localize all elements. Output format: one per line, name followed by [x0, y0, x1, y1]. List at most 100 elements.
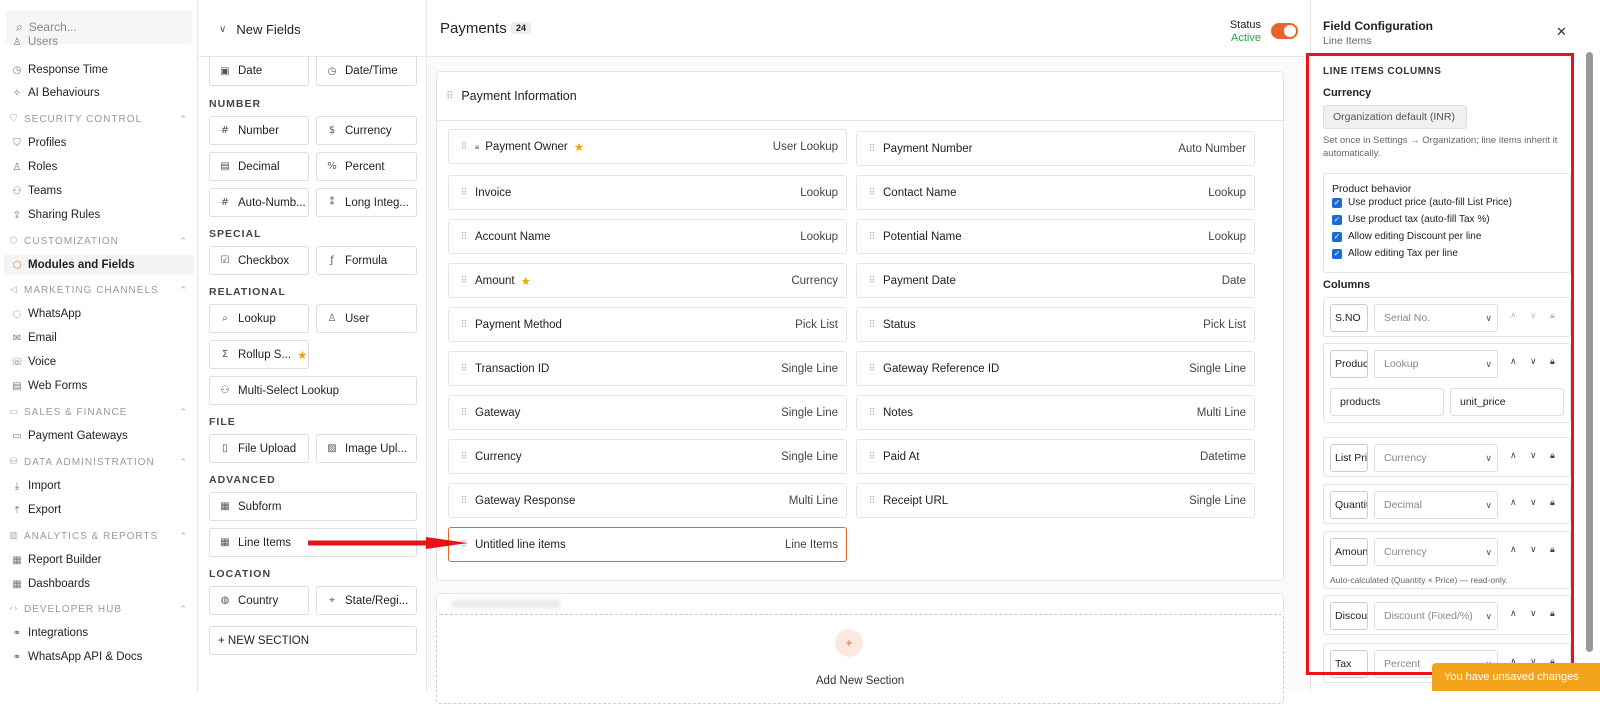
field-row[interactable]: ⠿ Payment Method Pick List: [448, 307, 847, 342]
sidebar-group-developer[interactable]: ‹› DEVELOPER HUB ⌃: [8, 601, 188, 617]
drag-handle-icon[interactable]: ⠿: [865, 452, 879, 462]
sidebar-group-sales[interactable]: ▭ SALES & FINANCE ⌃: [8, 404, 188, 420]
sidebar-item-email[interactable]: ✉ Email: [10, 328, 57, 348]
field-row[interactable]: ⠿ Potential Name Lookup: [856, 219, 1255, 254]
field-row[interactable]: ⠿ 🔒︎ Payment Owner ★ User Lookup: [448, 129, 847, 164]
sidebar-item-ai-behaviours[interactable]: ✧ AI Behaviours: [10, 83, 100, 103]
user-icon: ♙: [327, 313, 337, 324]
field-file-upload[interactable]: ▯ File Upload: [209, 434, 309, 463]
section-second: [436, 593, 1284, 613]
field-formula[interactable]: ƒ Formula: [316, 246, 417, 275]
sidebar-item-sharing-rules[interactable]: ⇪ Sharing Rules: [10, 205, 100, 225]
sidebar-item-modules-and-fields[interactable]: ⬡ Modules and Fields: [4, 255, 194, 275]
field-row[interactable]: ⠿ Gateway Response Multi Line: [448, 483, 847, 518]
field-row[interactable]: ⠿ Account Name Lookup: [448, 219, 847, 254]
field-row[interactable]: ⠿ Notes Multi Line: [856, 395, 1255, 430]
sidebar-item-export[interactable]: ⤒ Export: [10, 500, 61, 520]
sidebar-item-web-forms[interactable]: ▤ Web Forms: [10, 376, 87, 396]
sidebar-item-profiles[interactable]: ⛉ Profiles: [10, 133, 66, 153]
field-country[interactable]: ◍ Country: [209, 586, 309, 615]
field-row[interactable]: ⠿ Gateway Reference ID Single Line: [856, 351, 1255, 386]
sidebar-item-roles[interactable]: ♙ Roles: [10, 157, 58, 177]
field-type: Lookup: [800, 230, 838, 243]
sidebar-item-voice[interactable]: ☏ Voice: [10, 352, 56, 372]
drag-handle-icon[interactable]: ⠿: [457, 320, 471, 330]
field-multi-select-lookup[interactable]: ⚇ Multi-Select Lookup: [209, 376, 417, 405]
drag-handle-icon[interactable]: ⠿: [457, 452, 471, 462]
drag-handle-icon[interactable]: ⠿: [457, 142, 471, 152]
field-long-integer[interactable]: ⁑ Long Integ...: [316, 188, 417, 217]
form-icon: ▤: [12, 380, 22, 392]
drag-handle-icon[interactable]: ⠿: [457, 188, 471, 198]
field-row[interactable]: ⠿ Amount ★ Currency: [448, 263, 847, 298]
drag-handle-icon[interactable]: ⠿: [865, 496, 879, 506]
field-row[interactable]: ⠿ Untitled line items Line Items: [448, 527, 847, 562]
field-state-region[interactable]: ⌖ State/Regi...: [316, 586, 417, 615]
star-icon: ★: [520, 275, 531, 288]
field-checkbox[interactable]: ☑ Checkbox: [209, 246, 309, 275]
field-currency[interactable]: $ Currency: [316, 116, 417, 145]
sidebar-group-analytics[interactable]: ▥ ANALYTICS & REPORTS ⌃: [8, 528, 188, 544]
field-decimal[interactable]: ▤ Decimal: [209, 152, 309, 181]
sidebar-group-marketing[interactable]: ◁ MARKETING CHANNELS ⌃: [8, 282, 188, 298]
drag-handle-icon[interactable]: ⠿: [865, 232, 879, 242]
sidebar-item-import[interactable]: ⤓ Import: [10, 476, 61, 496]
sidebar-item-dashboards[interactable]: ▦ Dashboards: [10, 574, 90, 594]
drag-handle-icon[interactable]: ⠿: [865, 408, 879, 418]
sidebar-item-report-builder[interactable]: ▦ Report Builder: [10, 550, 101, 570]
sidebar-item-integrations[interactable]: ⚭ Integrations: [10, 623, 88, 643]
close-icon[interactable]: ✕: [1556, 24, 1567, 40]
field-type: Multi Line: [1196, 406, 1246, 419]
drag-handle-icon[interactable]: ⠿: [865, 276, 879, 286]
sidebar-item-payment-gateways[interactable]: ▭ Payment Gateways: [10, 426, 127, 446]
drag-handle-icon[interactable]: ⠿: [865, 320, 879, 330]
drag-handle-icon[interactable]: ⠿: [865, 364, 879, 374]
field-subform[interactable]: ▦ Subform: [209, 492, 417, 521]
field-row[interactable]: ⠿ Transaction ID Single Line: [448, 351, 847, 386]
field-date[interactable]: ▣ Date: [209, 57, 309, 86]
field-rollup[interactable]: Σ Rollup S... ★: [209, 340, 309, 369]
field-row[interactable]: ⠿ Status Pick List: [856, 307, 1255, 342]
scrollbar[interactable]: [1586, 52, 1593, 652]
field-percent[interactable]: % Percent: [316, 152, 417, 181]
new-section-button[interactable]: + NEW SECTION: [209, 626, 417, 655]
sidebar-group-security[interactable]: ⛉ SECURITY CONTROL ⌃: [8, 111, 188, 127]
field-row[interactable]: ⠿ Currency Single Line: [448, 439, 847, 474]
field-row[interactable]: ⠿ Contact Name Lookup: [856, 175, 1255, 210]
field-row[interactable]: ⠿ Invoice Lookup: [448, 175, 847, 210]
field-number[interactable]: # Number: [209, 116, 309, 145]
drag-handle-icon[interactable]: ⠿: [457, 232, 471, 242]
field-row[interactable]: ⠿ Gateway Single Line: [448, 395, 847, 430]
field-autonumber[interactable]: # Auto-Numb...: [209, 188, 309, 217]
sidebar-item-whatsapp[interactable]: ◌ WhatsApp: [10, 304, 81, 324]
drag-handle-icon[interactable]: ⠿: [457, 364, 471, 374]
dollar-icon: $: [328, 125, 336, 136]
sidebar-item-teams[interactable]: ⚇ Teams: [10, 181, 62, 201]
drag-handle-icon[interactable]: ⠿: [457, 408, 471, 418]
field-user[interactable]: ♙ User: [316, 304, 417, 333]
status-toggle[interactable]: [1271, 23, 1298, 39]
field-image-upload[interactable]: ▨ Image Upl...: [316, 434, 417, 463]
palette-header[interactable]: ∨ New Fields: [219, 22, 301, 37]
drag-handle-icon[interactable]: ⠿: [865, 188, 879, 198]
drag-handle-icon[interactable]: ⠿: [865, 144, 879, 154]
drag-handle-icon[interactable]: ⠿: [446, 91, 453, 102]
drag-handle-icon[interactable]: ⠿: [457, 496, 471, 506]
sidebar-item-whatsapp-api[interactable]: ⚭ WhatsApp API & Docs: [10, 647, 143, 667]
field-row[interactable]: ⠿ Payment Date Date: [856, 263, 1255, 298]
sidebar-group-customization[interactable]: ⬡ CUSTOMIZATION ⌃: [8, 233, 188, 249]
page-title: Payments: [440, 20, 507, 37]
field-row[interactable]: ⠿ Payment Number Auto Number: [856, 131, 1255, 166]
field-row[interactable]: ⠿ Receipt URL Single Line: [856, 483, 1255, 518]
sidebar-item-response-time[interactable]: ◷ Response Time: [10, 60, 108, 80]
field-type: Pick List: [795, 318, 838, 331]
section-header[interactable]: ⠿ Payment Information: [446, 89, 577, 103]
unsaved-changes-toast[interactable]: You have unsaved changes: [1432, 663, 1600, 691]
field-type: Pick List: [1203, 318, 1246, 331]
drag-handle-icon[interactable]: ⠿: [457, 276, 471, 286]
field-row[interactable]: ⠿ Paid At Datetime: [856, 439, 1255, 474]
field-lookup[interactable]: ⌕ Lookup: [209, 304, 309, 333]
sidebar-group-data-admin[interactable]: ⛁ DATA ADMINISTRATION ⌃: [8, 454, 188, 470]
field-datetime[interactable]: ◷ Date/Time: [316, 57, 417, 86]
sidebar-item-users-partial[interactable]: ♙ Users: [10, 36, 59, 48]
